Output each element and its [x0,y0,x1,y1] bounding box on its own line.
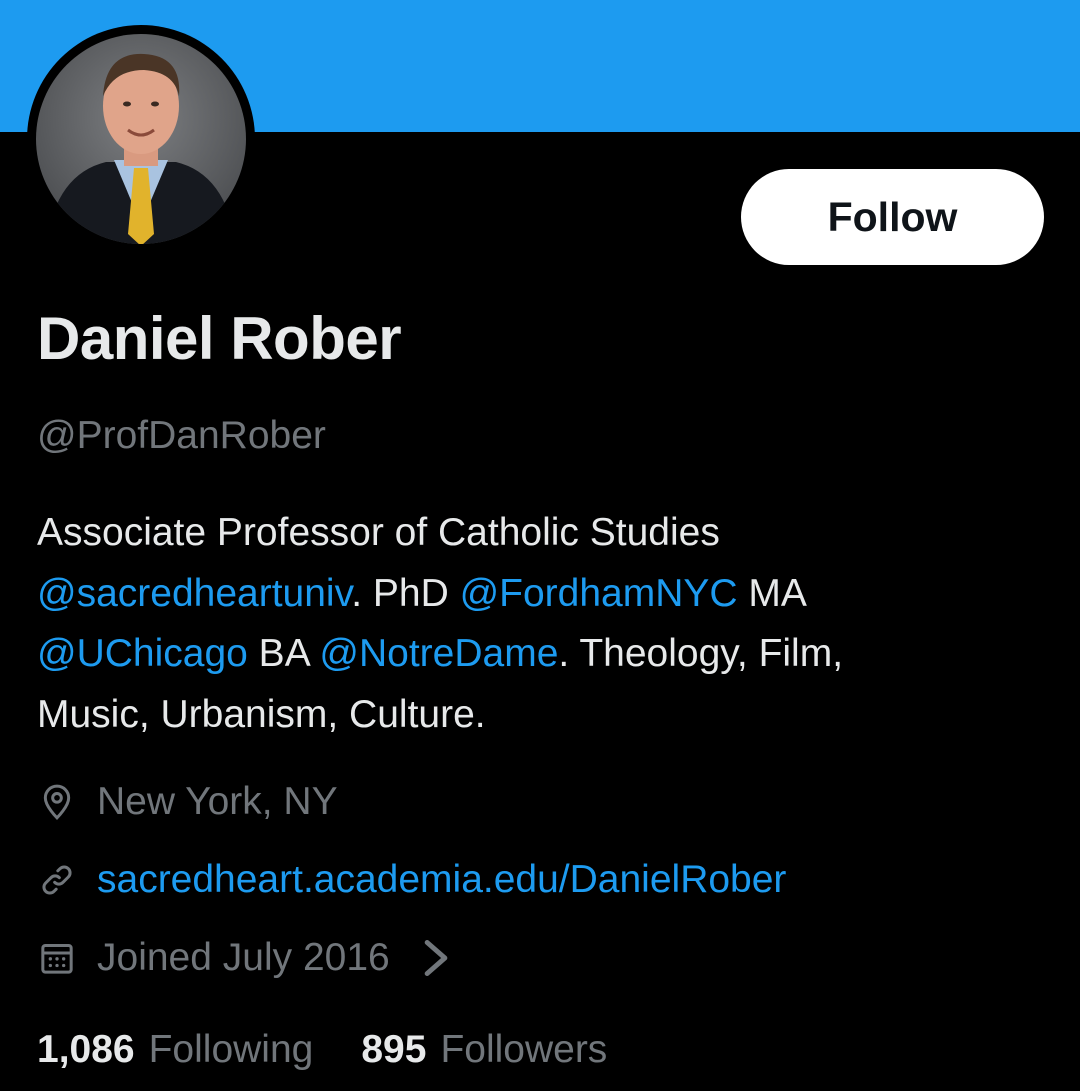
bio-text: Music, Urbanism, Culture. [37,692,486,736]
followers-label: Followers [440,1028,608,1071]
website-link[interactable]: sacredheart.academia.edu/DanielRober [97,858,786,902]
mention-link[interactable]: @FordhamNYC [460,572,738,615]
mention-link[interactable]: @UChicago [37,632,248,675]
map-pin-icon [43,784,71,820]
following-label: Following [148,1028,314,1071]
avatar[interactable] [27,25,255,253]
follow-stats: 1,086 Following 895 Followers [37,1028,655,1072]
followers-count: 895 [361,1028,427,1071]
handle: @ProfDanRober [37,414,326,457]
bio-text: MA [737,571,807,615]
bio-text: . PhD [351,571,460,615]
following-stat[interactable]: 1,086 Following [37,1028,313,1072]
bio-text: Associate Professor of Catholic Studies [37,511,720,554]
chevron-right-icon[interactable] [416,938,456,978]
profile-page: Follow Daniel Rober @ProfDanRober Associ… [0,0,1080,1091]
joined-row[interactable]: Joined July 2016 [37,936,476,980]
display-name: Daniel Rober [37,305,402,372]
location-row: New York, NY [37,780,338,824]
following-count: 1,086 [37,1028,135,1071]
mention-link[interactable]: @NotreDame [319,632,558,675]
bio-text: BA [247,632,320,675]
mention-link[interactable]: @sacredheartuniv [37,572,351,615]
bio-text: . Theology, Film, [558,632,844,675]
calendar-icon [41,944,73,974]
avatar-photo [36,34,246,244]
followers-stat[interactable]: 895 Followers [361,1028,607,1072]
website-row[interactable]: sacredheart.academia.edu/DanielRober [37,858,786,902]
joined-text: Joined July 2016 [97,936,390,979]
link-icon [42,865,72,895]
location-text: New York, NY [97,780,338,823]
bio: Associate Professor of Catholic Studies … [37,503,1047,745]
follow-button[interactable]: Follow [741,169,1044,265]
